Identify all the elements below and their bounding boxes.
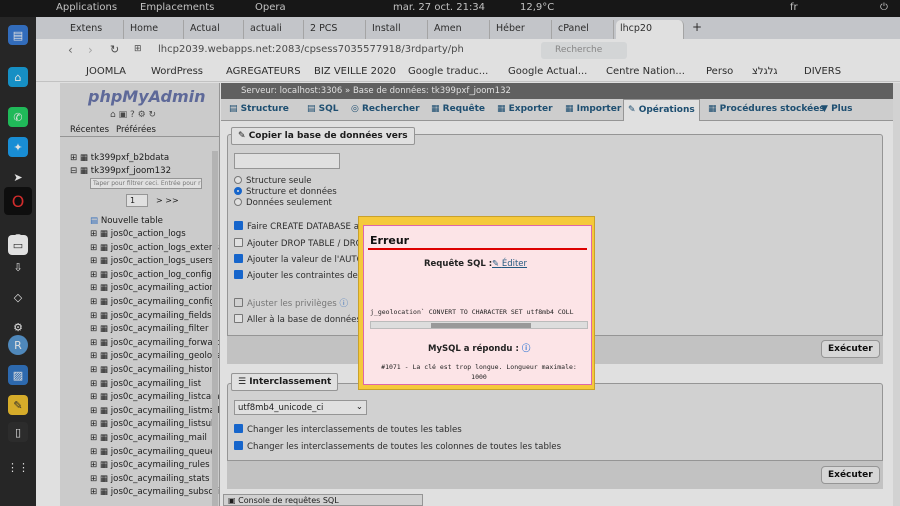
query-scrollbar[interactable] [370, 321, 588, 329]
mysql-response-label: MySQL a répondu : ⓘ [428, 342, 530, 354]
sql-query-text: j_geolocation` CONVERT TO CHARACTER SET … [370, 308, 574, 316]
error-title: Erreur [370, 234, 410, 247]
edit-link-label: Éditer [501, 259, 528, 269]
error-dialog: Erreur Requête SQL : ✎ Éditer j_geolocat… [358, 216, 595, 390]
edit-link[interactable]: ✎ Éditer [492, 259, 527, 269]
error-dialog-body: Erreur Requête SQL : ✎ Éditer j_geolocat… [363, 225, 592, 385]
sql-query-label: Requête SQL : [424, 259, 493, 269]
info-icon[interactable]: ⓘ [522, 344, 531, 354]
error-title-rule [368, 248, 587, 250]
mysql-error-message: #1071 - La clé est trop longue. Longueur… [381, 363, 577, 381]
query-scrollbar-thumb[interactable] [431, 323, 531, 328]
mysql-response-label-text: MySQL a répondu : [428, 344, 519, 354]
